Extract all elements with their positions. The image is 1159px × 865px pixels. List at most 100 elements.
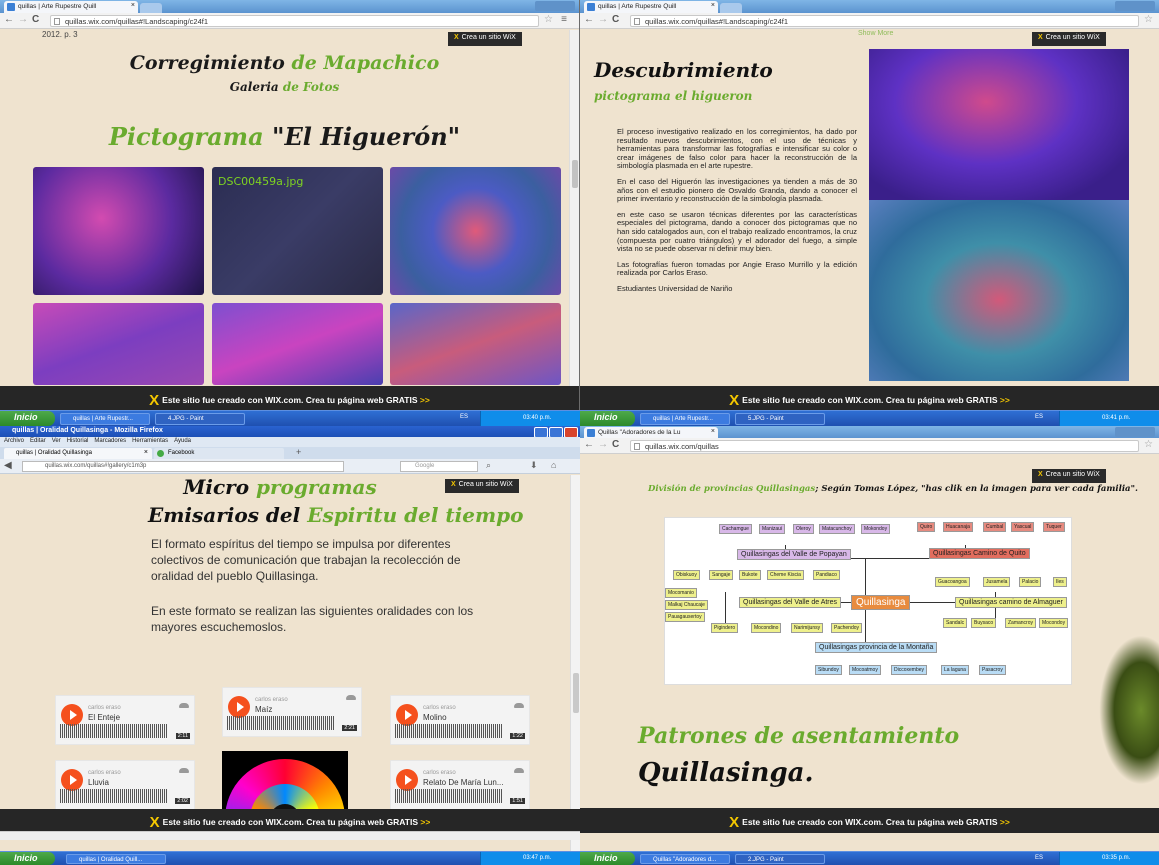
search-input[interactable]: Google [400, 461, 478, 472]
soundcloud-player[interactable]: carlos eraso Molino 1:22 [390, 695, 530, 745]
family-node[interactable]: Mocondoy [1039, 618, 1069, 628]
soundcloud-player[interactable]: carlos eraso Maíz 2:21 [222, 687, 362, 737]
family-node[interactable]: Manizaui [759, 524, 786, 534]
family-node[interactable]: Mocondino [751, 623, 782, 633]
new-tab-button[interactable] [720, 3, 742, 13]
family-node[interactable]: Quiro [917, 522, 936, 532]
play-button[interactable] [228, 696, 250, 718]
url-input[interactable]: quillas.wix.com/quillas#!Landscaping/c24… [630, 15, 1139, 27]
forward-icon[interactable]: → [598, 14, 608, 25]
province-montana[interactable]: Quillasingas provincia de la Montaña [815, 642, 938, 653]
gallery-photo[interactable] [390, 303, 561, 385]
menu-historial[interactable]: Historial [67, 438, 89, 444]
download-icon[interactable]: ⬇ [530, 460, 538, 471]
wix-badge[interactable]: X Crea un sitio WiX [1032, 469, 1106, 483]
family-node[interactable]: Mocomanio [665, 588, 697, 598]
taskbar-item[interactable]: quillas | Arte Rupestr... [60, 413, 150, 425]
taskbar-item[interactable]: Quillas "Adoradores d... [640, 854, 730, 864]
start-button[interactable]: Inicio [0, 852, 55, 865]
reload-icon[interactable]: C [612, 14, 619, 25]
menu-editar[interactable]: Editar [30, 438, 46, 444]
family-node[interactable]: Diccoxembey [891, 665, 928, 675]
forward-icon[interactable]: → [598, 439, 608, 450]
start-button[interactable]: Inicio [580, 852, 635, 865]
back-icon[interactable]: ← [584, 14, 594, 25]
close-tab-icon[interactable]: × [711, 428, 715, 435]
pictogram-photo-cross[interactable] [869, 49, 1129, 200]
url-input[interactable]: quillas.wix.com/quillas#!gallery/c1m3p [22, 461, 344, 472]
wix-footer-banner[interactable]: X Este sitio fue creado con WIX.com. Crea… [580, 808, 1159, 833]
family-node[interactable]: Mocoatmoy [849, 665, 881, 675]
close-tab-icon[interactable]: × [711, 2, 715, 9]
play-button[interactable] [61, 704, 83, 726]
soundcloud-player[interactable]: carlos eraso El Enteje 2:11 [55, 695, 195, 745]
bookmark-star-icon[interactable]: ☆ [1144, 439, 1153, 450]
play-button[interactable] [61, 769, 83, 791]
new-tab-button[interactable] [140, 3, 162, 13]
family-node[interactable]: Malkaj Chaucaje [665, 600, 708, 610]
browser-tab[interactable]: quillas | Oralidad Quillasinga × [4, 448, 152, 459]
taskbar-item[interactable]: quillas | Oralidad Quill... [66, 854, 166, 864]
family-node[interactable]: Jusamela [983, 577, 1011, 587]
gallery-photo[interactable] [33, 303, 204, 385]
family-node[interactable]: Zamancroy [1005, 618, 1037, 628]
play-button[interactable] [396, 769, 418, 791]
province-quito[interactable]: Quillasingas Camino de Quito [929, 548, 1030, 559]
family-node[interactable]: Pauagausertoy [665, 612, 705, 622]
horizontal-scrollbar[interactable] [0, 831, 580, 840]
family-node[interactable]: Obiskuoy [673, 570, 700, 580]
family-node[interactable]: Cheme Kiscia [767, 570, 804, 580]
menu-herramientas[interactable]: Herramientas [132, 438, 168, 444]
home-icon[interactable]: ⌂ [551, 460, 556, 470]
wix-footer-banner[interactable]: X Este sitio fue creado con WIX.com. Crea… [580, 386, 1159, 410]
family-node[interactable]: Palacio [1019, 577, 1042, 587]
province-popayan[interactable]: Quillasingas del Valle de Popayan [737, 549, 851, 560]
url-input[interactable]: quillas.wix.com/quillas#!Landscaping/c24… [50, 15, 539, 27]
family-node[interactable]: Bukote [739, 570, 761, 580]
waveform[interactable] [395, 789, 503, 803]
taskbar-item[interactable]: 2.JPG - Paint [735, 854, 825, 864]
family-node[interactable]: Sibundoy [815, 665, 842, 675]
family-node[interactable]: Tuquer [1043, 522, 1065, 532]
menu-ayuda[interactable]: Ayuda [174, 438, 191, 444]
gallery-photo[interactable] [390, 167, 561, 295]
family-node[interactable]: Sangaje [709, 570, 734, 580]
pictogram-photo-fire-worshipper[interactable] [869, 200, 1129, 381]
start-button[interactable]: Inicio [580, 411, 635, 426]
gallery-photo[interactable] [33, 167, 204, 295]
province-almaguer[interactable]: Quillasingas camino de Almaguer [955, 597, 1067, 608]
province-atres[interactable]: Quillasingas del Valle de Atres [739, 597, 842, 608]
soundcloud-player[interactable]: carlos eraso Relato De María Lun... 1:51 [390, 760, 530, 810]
show-more-link[interactable]: Show More [858, 30, 893, 37]
back-icon[interactable]: ← [584, 439, 594, 450]
family-node[interactable]: Sandalc [943, 618, 968, 628]
family-node[interactable]: Matacunchoy [819, 524, 855, 534]
waveform[interactable] [60, 789, 168, 803]
menu-ver[interactable]: Ver [52, 438, 61, 444]
provinces-diagram[interactable]: Cachamgue Manizaui Oleroy Matacunchoy Mo… [664, 517, 1072, 685]
wix-footer-banner[interactable]: X Este sitio fue creado con WIX.com. Crea… [0, 809, 580, 831]
back-icon[interactable]: ← [4, 14, 14, 25]
family-node[interactable]: Pigindero [711, 623, 739, 633]
family-node[interactable]: Cachamgue [719, 524, 752, 534]
new-tab-icon[interactable]: + [296, 447, 301, 457]
family-node[interactable]: Yascual [1011, 522, 1035, 532]
browser-tab-facebook[interactable]: Facebook [154, 448, 284, 459]
close-tab-icon[interactable]: × [144, 449, 148, 456]
reload-icon[interactable]: C [32, 14, 39, 25]
family-node[interactable]: Pasacroy [979, 665, 1006, 675]
waveform[interactable] [227, 716, 335, 730]
family-node[interactable]: Pachendoy [831, 623, 863, 633]
window-controls[interactable] [1115, 1, 1155, 11]
taskbar-item[interactable]: 5.JPG - Paint [735, 413, 825, 425]
search-icon[interactable]: ⌕ [486, 460, 491, 471]
taskbar-item[interactable]: 4.JPG - Paint [155, 413, 245, 425]
play-button[interactable] [396, 704, 418, 726]
wix-badge[interactable]: X Crea un sitio WiX [448, 32, 522, 46]
family-node[interactable]: La laguna [941, 665, 969, 675]
family-node[interactable]: Buysaco [971, 618, 997, 628]
scrollbar-thumb[interactable] [573, 673, 579, 713]
waveform[interactable] [395, 724, 503, 738]
language-indicator[interactable]: ES [1035, 414, 1043, 420]
back-icon[interactable]: ◀ [4, 460, 12, 471]
